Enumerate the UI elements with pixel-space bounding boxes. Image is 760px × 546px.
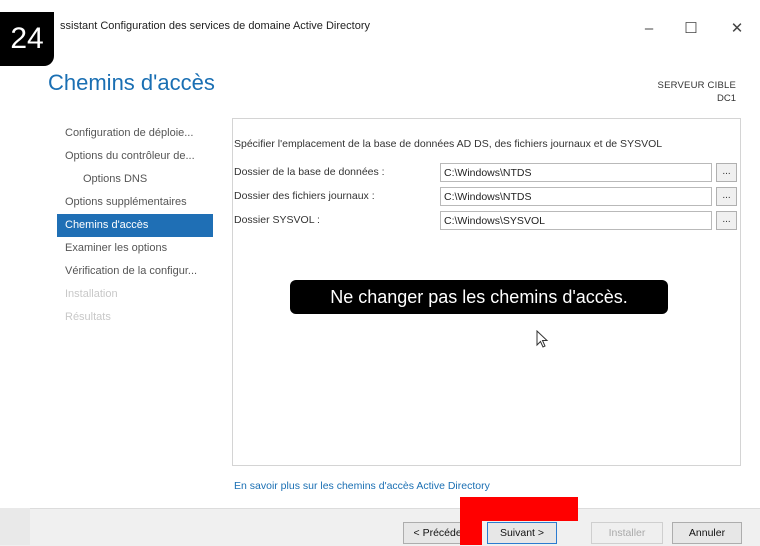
cancel-button[interactable]: Annuler [672, 522, 742, 544]
maximize-button[interactable]: ☐ [676, 14, 706, 44]
sysvol-folder-field[interactable]: C:\Windows\SYSVOL [440, 211, 712, 230]
sysvol-folder-label: Dossier SYSVOL : [234, 214, 320, 226]
mouse-cursor-icon [536, 330, 549, 348]
nav-item-installation: Installation [65, 288, 118, 300]
window-title: ssistant Configuration des services de d… [60, 20, 370, 32]
next-button[interactable]: Suivant > [487, 522, 557, 544]
nav-item-additional-options[interactable]: Options supplémentaires [57, 191, 213, 214]
close-button[interactable]: ✕ [722, 14, 752, 44]
install-button: Installer [591, 522, 663, 544]
database-folder-label: Dossier de la base de données : [234, 166, 385, 178]
database-folder-field[interactable]: C:\Windows\NTDS [440, 163, 712, 182]
page-title: Chemins d'accès [48, 70, 215, 95]
server-name: DC1 [716, 93, 736, 104]
sysvol-folder-browse-button[interactable]: ... [716, 211, 737, 230]
nav-item-results: Résultats [65, 311, 111, 323]
log-folder-browse-button[interactable]: ... [716, 187, 737, 206]
log-folder-field[interactable]: C:\Windows\NTDS [440, 187, 712, 206]
server-label: SERVEUR CIBLE [657, 80, 736, 91]
step-badge: 24 [0, 12, 54, 66]
nav-item-paths[interactable]: Chemins d'accès [57, 214, 213, 237]
log-folder-label: Dossier des fichiers journaux : [234, 190, 375, 202]
highlight-marker-left [460, 497, 482, 545]
database-folder-browse-button[interactable]: ... [716, 163, 737, 182]
instruction-callout: Ne changer pas les chemins d'accès. [290, 280, 668, 314]
nav-item-deployment[interactable]: Configuration de déploie... [57, 122, 213, 145]
nav-item-dc-options[interactable]: Options du contrôleur de... [57, 145, 213, 168]
learn-more-link[interactable]: En savoir plus sur les chemins d'accès A… [234, 480, 490, 492]
wizard-nav: Configuration de déploie... Options du c… [57, 122, 213, 329]
paths-description: Spécifier l'emplacement de la base de do… [234, 138, 663, 150]
nav-item-review-options[interactable]: Examiner les options [57, 237, 213, 260]
footer-edge [0, 508, 30, 545]
nav-item-prereq-check[interactable]: Vérification de la configur... [57, 260, 213, 283]
nav-item-dns-options[interactable]: Options DNS [57, 168, 213, 191]
minimize-button[interactable]: – [634, 14, 664, 44]
